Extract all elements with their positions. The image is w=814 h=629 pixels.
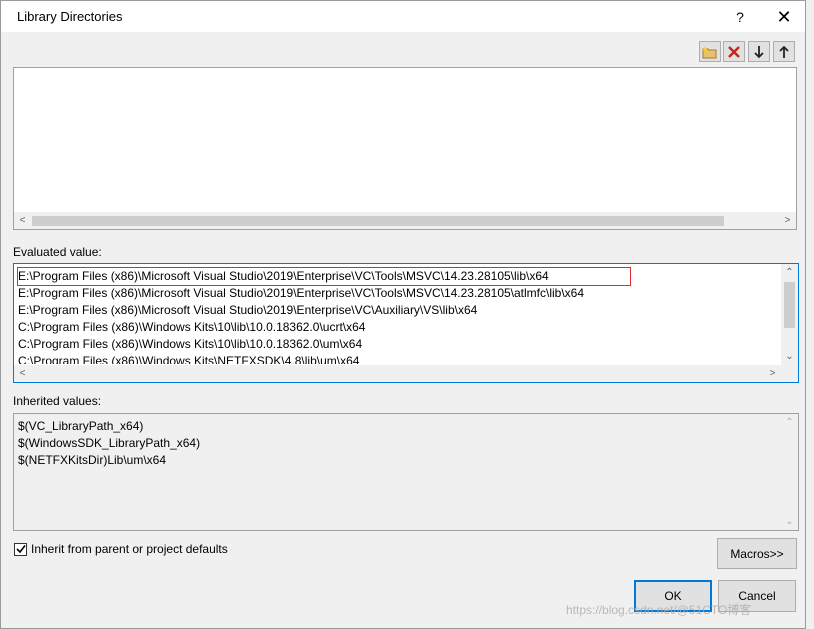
move-up-button[interactable] (773, 41, 795, 62)
evaluated-line: C:\Program Files (x86)\Windows Kits\10\l… (18, 337, 363, 351)
scroll-down-icon[interactable]: ⌄ (781, 348, 798, 365)
scroll-down-icon[interactable]: ⌄ (781, 513, 798, 530)
scroll-thumb[interactable] (784, 282, 795, 328)
scroll-up-icon[interactable]: ⌃ (781, 414, 798, 431)
scroll-left-icon[interactable]: < (14, 365, 31, 382)
inherited-values-label: Inherited values: (13, 394, 102, 408)
help-button[interactable]: ? (727, 5, 753, 29)
scroll-left-icon[interactable]: < (14, 212, 31, 229)
inherited-lines: $(VC_LibraryPath_x64) $(WindowsSDK_Libra… (18, 418, 200, 469)
scroll-corner (781, 365, 798, 382)
inherit-label: Inherit from parent or project defaults (31, 542, 228, 556)
move-down-button[interactable] (748, 41, 770, 62)
inherited-line: $(VC_LibraryPath_x64) (18, 419, 144, 433)
highlight-annotation (17, 267, 631, 286)
inherited-vertical-scrollbar[interactable]: ⌃ ⌄ (781, 414, 798, 530)
background-ide-right (806, 0, 814, 629)
scroll-up-icon[interactable]: ⌃ (781, 264, 798, 281)
inherited-values-box: $(VC_LibraryPath_x64) $(WindowsSDK_Libra… (13, 413, 799, 531)
inherit-checkbox[interactable] (14, 542, 27, 556)
arrow-up-icon (779, 45, 789, 58)
edit-horizontal-scrollbar[interactable]: < > (14, 212, 796, 229)
arrow-down-icon (754, 45, 764, 58)
delete-button[interactable] (723, 41, 745, 62)
close-button[interactable]: ✕ (769, 5, 799, 29)
scroll-right-icon[interactable]: > (779, 212, 796, 229)
evaluated-line: C:\Program Files (x86)\Windows Kits\NETF… (18, 354, 360, 364)
delete-icon (728, 45, 740, 58)
inherited-line: $(NETFXKitsDir)Lib\um\x64 (18, 453, 167, 467)
evaluated-value-label: Evaluated value: (13, 245, 102, 259)
scroll-thumb[interactable] (32, 216, 724, 226)
title-bar: Library Directories ? ✕ (1, 1, 805, 32)
directories-edit-box[interactable]: < > (13, 67, 797, 230)
checkmark-icon (15, 545, 26, 554)
evaluated-line: C:\Program Files (x86)\Windows Kits\10\l… (18, 320, 366, 334)
scroll-right-icon[interactable]: > (764, 365, 781, 382)
inherited-line: $(WindowsSDK_LibraryPath_x64) (18, 436, 201, 450)
evaluated-horizontal-scrollbar[interactable]: < > (14, 365, 781, 382)
evaluated-value-box[interactable]: E:\Program Files (x86)\Microsoft Visual … (13, 263, 799, 383)
evaluated-vertical-scrollbar[interactable]: ⌃ ⌄ (781, 264, 798, 365)
macros-button[interactable]: Macros>> (717, 538, 797, 569)
inherit-option[interactable]: Inherit from parent or project defaults (14, 542, 228, 556)
watermark: https://blog.csdn.net/@51CTO博客 (566, 603, 752, 617)
dialog-title: Library Directories (17, 9, 123, 24)
new-folder-icon (702, 45, 717, 58)
evaluated-line: E:\Program Files (x86)\Microsoft Visual … (18, 303, 478, 317)
new-line-button[interactable] (699, 41, 721, 62)
evaluated-line: E:\Program Files (x86)\Microsoft Visual … (18, 286, 585, 300)
library-directories-dialog: Library Directories ? ✕ < > Evaluated va… (0, 0, 806, 629)
